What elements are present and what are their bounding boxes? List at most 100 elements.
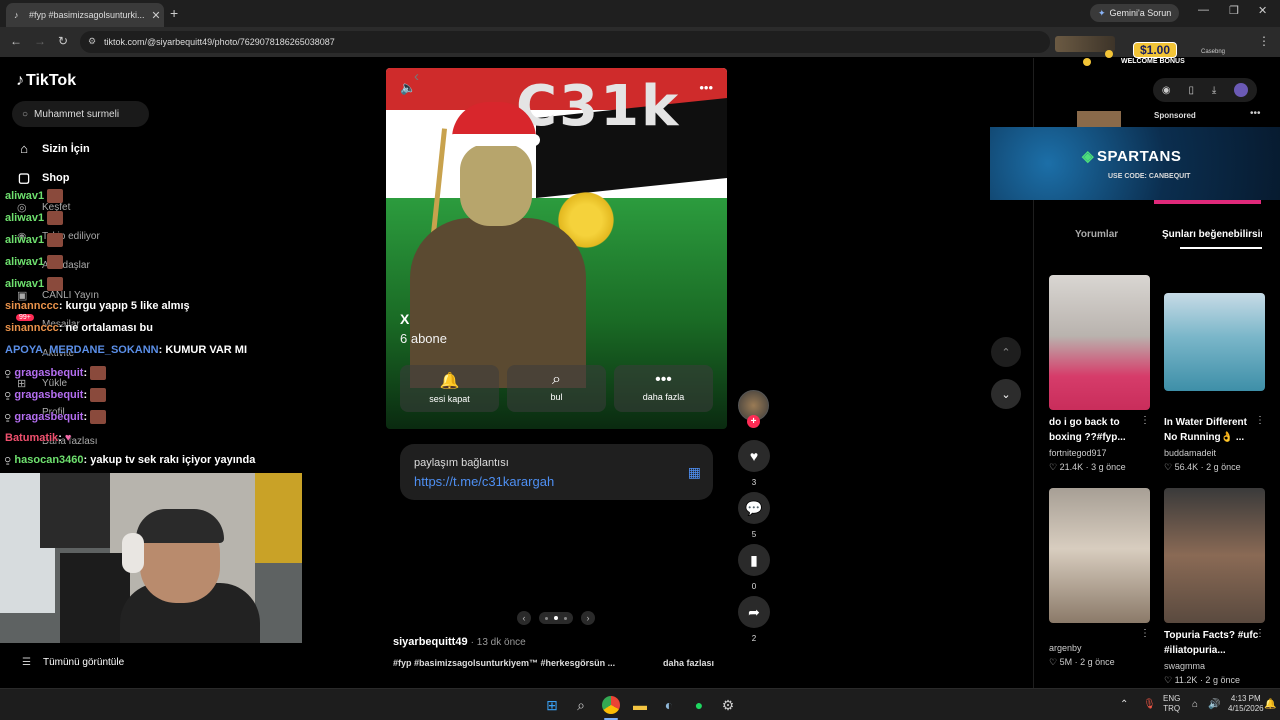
post-author[interactable]: siyarbequitt49 · 13 dk önce xyxy=(393,636,526,648)
video-author[interactable]: fortnitegod917 xyxy=(1049,448,1107,458)
save-action[interactable]: ▮ 0 xyxy=(738,544,770,591)
new-tab-icon[interactable]: + xyxy=(170,5,178,21)
chevron-down-icon[interactable]: ⌄ xyxy=(991,379,1021,409)
browser-tab[interactable]: ♪ #fyp #basimizsagolsunturki... ✕ xyxy=(6,3,164,27)
video-likes: ♡ 56.4K xyxy=(1164,462,1199,472)
chat-username: aliwav1 xyxy=(5,278,45,290)
network-icon[interactable]: ⌂ xyxy=(1192,699,1198,710)
reload-icon[interactable]: ↻ xyxy=(58,34,68,48)
video-author[interactable]: swagmma xyxy=(1164,661,1205,671)
language-indicator[interactable]: ENG TRQ xyxy=(1163,694,1180,714)
welcome-bonus-overlay: $1.00 WELCOME BONUS Casebng xyxy=(1055,30,1245,70)
forward-icon[interactable]: → xyxy=(34,34,46,48)
notifications-icon[interactable]: 🔔 xyxy=(1264,699,1276,710)
share-arrow-icon[interactable]: ➦ xyxy=(738,596,770,628)
close-window-icon[interactable]: ✕ xyxy=(1258,4,1267,17)
back-icon[interactable]: ← xyxy=(10,34,22,48)
chat-text: : xyxy=(83,411,88,423)
bookmark-icon[interactable]: ▮ xyxy=(738,544,770,576)
video-thumbnail[interactable] xyxy=(1049,275,1150,410)
chat-badge-icon: ⍜ xyxy=(5,411,11,422)
follow-plus-icon[interactable]: + xyxy=(747,415,760,428)
comment-icon[interactable]: 💬 xyxy=(738,492,770,524)
pager-dot[interactable] xyxy=(564,616,567,620)
chat-message: aliwav1 xyxy=(5,277,64,291)
prev-photo-icon[interactable]: ‹ xyxy=(517,611,531,625)
video-title[interactable]: In Water Different No Running👌 ... xyxy=(1164,415,1260,445)
share-link-url[interactable]: https://t.me/c31karargah xyxy=(414,474,554,489)
caption-more-link[interactable]: daha fazlası xyxy=(663,658,714,668)
video-title[interactable]: do i go back to boxing ??#fyp... xyxy=(1049,415,1145,445)
more-button[interactable]: ••• daha fazla xyxy=(614,365,713,412)
comment-action[interactable]: 💬 5 xyxy=(738,492,770,539)
next-photo-icon[interactable]: › xyxy=(581,611,595,625)
streamer-webcam xyxy=(0,473,302,643)
profile-avatar[interactable] xyxy=(1234,83,1249,97)
list-icon: ☰ xyxy=(22,657,31,668)
volume-icon[interactable]: 🔊 xyxy=(1208,699,1220,710)
chrome-icon[interactable] xyxy=(602,696,620,714)
nav-item-shop[interactable]: ▢ Shop xyxy=(16,170,70,186)
qr-code-icon[interactable]: ▦ xyxy=(688,464,701,481)
video-more-icon[interactable]: ⋮ xyxy=(1140,628,1150,639)
chat-message: Batumatik : ♥ xyxy=(5,432,71,444)
spartans-ad-banner[interactable]: ◈ SPARTANS USE CODE: CANBEQUIT xyxy=(990,127,1280,200)
find-button[interactable]: ⌕ bul xyxy=(507,365,606,412)
heart-icon[interactable]: ♥ xyxy=(738,440,770,472)
file-explorer-icon[interactable]: ▬ xyxy=(631,696,649,714)
video-thumbnail[interactable] xyxy=(1164,293,1265,391)
sponsored-more-icon[interactable]: ••• xyxy=(1250,108,1261,119)
like-action[interactable]: ♥ 3 xyxy=(738,440,770,487)
tab-close-icon[interactable]: ✕ xyxy=(148,9,164,22)
chat-username: aliwav1 xyxy=(5,212,45,224)
chat-message: aliwav1 xyxy=(5,211,64,225)
pager-dot[interactable] xyxy=(545,616,548,620)
search-input[interactable]: ○ Muhammet surmeli xyxy=(12,101,149,127)
author-name[interactable]: siyarbequitt49 xyxy=(393,636,468,648)
browser-menu-icon[interactable]: ⋮ xyxy=(1258,34,1270,48)
video-author[interactable]: argenby xyxy=(1049,643,1082,653)
maximize-icon[interactable]: ❐ xyxy=(1229,4,1239,17)
bell-icon: 🔔 xyxy=(439,373,460,390)
spotify-icon[interactable]: ● xyxy=(690,696,708,714)
site-info-icon[interactable]: ⚙ xyxy=(88,36,96,47)
video-thumbnail[interactable] xyxy=(1164,488,1265,623)
video-more-icon[interactable]: ⋮ xyxy=(1255,628,1265,639)
video-more-icon[interactable]: ⋮ xyxy=(1255,415,1265,426)
video-author[interactable]: buddamadeit xyxy=(1164,448,1216,458)
video-thumbnail[interactable] xyxy=(1049,488,1150,623)
gemini-button[interactable]: ✦ Gemini'a Sorun xyxy=(1090,4,1180,22)
share-link-card[interactable]: paylaşım bağlantısı https://t.me/c31kara… xyxy=(400,444,713,500)
nav-item-for-you[interactable]: ⌂ Sizin İçin xyxy=(16,141,90,156)
clock[interactable]: 4:13 PM 4/15/2026 xyxy=(1228,694,1264,714)
show-all-button[interactable]: ☰ Tümünü görüntüle xyxy=(22,657,124,668)
windows-start-icon[interactable]: ⊞ xyxy=(543,696,561,714)
minimize-icon[interactable]: — xyxy=(1198,4,1209,16)
share-action[interactable]: ➦ 2 xyxy=(738,596,770,643)
tab-comments[interactable]: Yorumlar xyxy=(1075,229,1118,240)
mute-button[interactable]: 🔔 sesi kapat xyxy=(400,365,499,412)
tab-recommended[interactable]: Şunları beğenebilirsin xyxy=(1162,229,1262,240)
tray-chevron-icon[interactable]: ⌃ xyxy=(1120,699,1128,710)
settings-app-icon[interactable]: ⚙ xyxy=(719,696,737,714)
chat-username: sinannccc xyxy=(5,300,59,312)
post-more-icon[interactable]: ••• xyxy=(699,80,713,95)
url-field[interactable]: ⚙ tiktok.com/@siyarbequitt49/photo/76290… xyxy=(80,31,1050,53)
video-title[interactable]: Topuria Facts? #ufc #iliatopuria... xyxy=(1164,628,1260,658)
steam-icon[interactable]: ◐ xyxy=(660,696,678,714)
spartans-logo-icon: ◈ xyxy=(1082,148,1095,165)
chat-username: gragasbequit xyxy=(14,411,84,423)
download-icon[interactable]: ⤓ xyxy=(1212,85,1216,96)
photo-post[interactable]: C31k ‹ 🔈 ••• X 6 abone 🔔 sesi kapat ⌕ bu… xyxy=(386,68,727,429)
chevron-up-icon[interactable]: ⌃ xyxy=(991,337,1021,367)
search-icon[interactable]: ⌕ xyxy=(572,696,590,714)
phone-icon[interactable]: ▯ xyxy=(1188,85,1194,96)
pager-dot-active[interactable] xyxy=(554,616,558,620)
video-more-icon[interactable]: ⋮ xyxy=(1140,415,1150,426)
tiktok-logo[interactable]: ♪ TikTok xyxy=(16,72,76,90)
coin-icon xyxy=(1105,50,1113,58)
compass-icon[interactable]: ◉ xyxy=(1162,85,1171,96)
microphone-icon[interactable]: 🎙 xyxy=(1143,699,1156,710)
volume-icon[interactable]: 🔈 xyxy=(400,80,416,96)
shelf-background xyxy=(40,473,110,548)
